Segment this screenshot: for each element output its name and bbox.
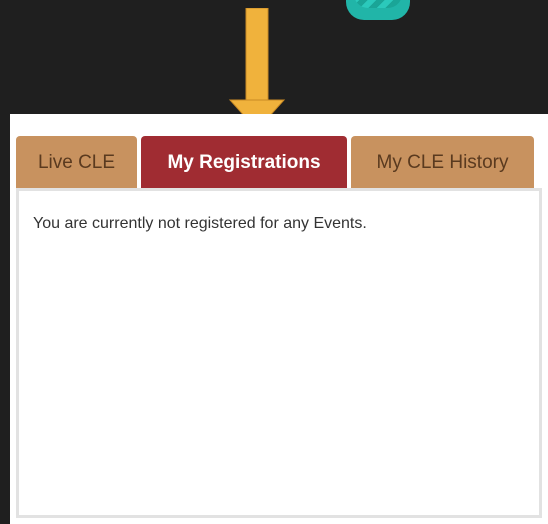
tab-bar: Live CLE My Registrations My CLE History bbox=[16, 134, 538, 190]
tab-my-registrations[interactable]: My Registrations bbox=[141, 136, 347, 190]
tab-my-cle-history-label: My CLE History bbox=[376, 152, 509, 173]
tab-my-registrations-label: My Registrations bbox=[167, 152, 321, 173]
tab-live-cle[interactable]: Live CLE bbox=[16, 136, 137, 190]
tab-live-cle-label: Live CLE bbox=[37, 152, 116, 173]
cle-panel: Live CLE My Registrations My CLE History… bbox=[10, 114, 548, 524]
tab-content-area: You are currently not registered for any… bbox=[16, 188, 542, 518]
empty-state-message: You are currently not registered for any… bbox=[33, 215, 367, 232]
teal-decoration-shape bbox=[346, 0, 410, 20]
tab-my-cle-history[interactable]: My CLE History bbox=[351, 136, 534, 190]
